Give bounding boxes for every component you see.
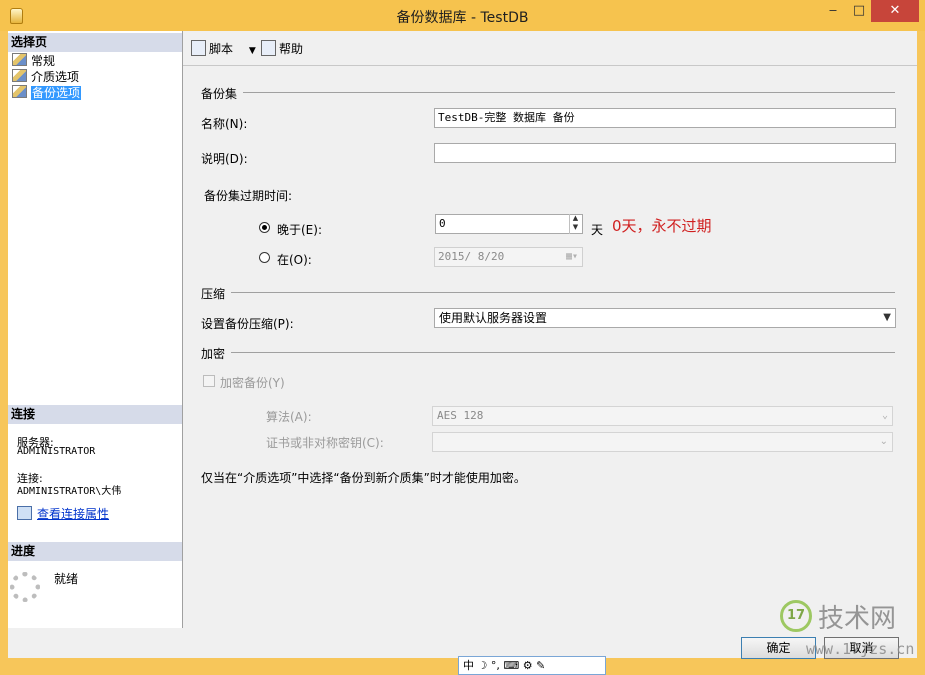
- page-icon: [12, 53, 27, 66]
- view-connection-link[interactable]: 查看连接属性: [37, 507, 109, 521]
- watermark: 17 技术网 www.17jzs.cn: [780, 598, 915, 668]
- help-label: 帮助: [279, 42, 304, 56]
- date-value: 2015/ 8/20: [438, 250, 505, 263]
- encrypt-backup-label: 加密备份(Y): [220, 376, 285, 390]
- chevron-down-icon[interactable]: ▼: [249, 46, 256, 56]
- compression-setting-label: 设置备份压缩(P):: [201, 317, 294, 331]
- certificate-label: 证书或非对称密钥(C):: [266, 436, 384, 450]
- calendar-icon[interactable]: ▦▾: [566, 248, 578, 266]
- script-icon: [191, 40, 206, 56]
- encrypt-backup-checkbox[interactable]: [203, 375, 215, 387]
- connection-value: ADMINISTRATOR\大伟: [17, 486, 122, 497]
- certificate-select[interactable]: ⌄: [432, 432, 893, 452]
- days-stepper[interactable]: ▲ ▼: [569, 214, 581, 234]
- left-pane: 选择页 常规 介质选项 备份选项 连接 服务器: ADMINISTRATOR 连…: [8, 31, 183, 628]
- ime-status-text: 中 ☽ °, ⌨ ⚙ ✎: [463, 659, 546, 672]
- days-unit: 天: [591, 223, 604, 237]
- chevron-down-icon: ▼: [883, 312, 891, 323]
- chevron-down-icon: ⌄: [881, 410, 888, 421]
- minimize-button[interactable]: ‒: [820, 0, 846, 22]
- window-title: 备份数据库 - TestDB: [396, 10, 529, 26]
- script-button[interactable]: 脚本 ▼: [191, 40, 256, 59]
- algorithm-select[interactable]: AES 128 ⌄: [432, 406, 893, 426]
- days-stepper-input[interactable]: 0: [435, 214, 583, 234]
- sidebar-item-general[interactable]: 常规: [12, 53, 55, 69]
- view-connection-properties[interactable]: 查看连接属性: [17, 505, 109, 522]
- backup-set-group-label: 备份集: [201, 87, 238, 101]
- connection-header: 连接: [8, 405, 182, 424]
- encryption-group-label: 加密: [201, 347, 226, 361]
- sidebar-item-media-options[interactable]: 介质选项: [12, 69, 79, 85]
- date-picker[interactable]: 2015/ 8/20 ▦▾: [434, 247, 583, 267]
- name-input[interactable]: TestDB-完整 数据库 备份: [434, 108, 896, 128]
- compression-group-label: 压缩: [201, 287, 226, 301]
- encryption-note: 仅当在“介质选项”中选择“备份到新介质集”时才能使用加密。: [201, 471, 526, 485]
- connection-properties-icon: [17, 506, 32, 520]
- description-input[interactable]: [434, 143, 896, 163]
- watermark-text: 技术网: [818, 604, 897, 634]
- backup-options-form: 备份集 名称(N): TestDB-完整 数据库 备份 说明(D): 备份集过期…: [183, 66, 917, 628]
- sidebar-item-label: 备份选项: [31, 86, 82, 100]
- sidebar-item-backup-options[interactable]: 备份选项: [12, 85, 82, 101]
- page-icon: [12, 69, 27, 82]
- description-label: 说明(D):: [201, 152, 248, 166]
- expire-label: 备份集过期时间:: [204, 189, 293, 203]
- compression-select-value: 使用默认服务器设置: [439, 311, 548, 325]
- name-label: 名称(N):: [201, 117, 248, 131]
- progress-header: 进度: [8, 542, 182, 561]
- progress-status: 就绪: [54, 572, 79, 586]
- help-button[interactable]: 帮助: [261, 40, 303, 57]
- on-label: 在(O):: [277, 253, 312, 267]
- watermark-url: www.17jzs.cn: [806, 640, 915, 658]
- on-radio[interactable]: [259, 252, 270, 263]
- select-page-header: 选择页: [8, 33, 182, 52]
- sidebar-item-label: 常规: [31, 54, 56, 68]
- algorithm-label: 算法(A):: [266, 410, 312, 424]
- toolbar: 脚本 ▼ 帮助: [183, 31, 917, 66]
- ime-toolbar[interactable]: 中 ☽ °, ⌨ ⚙ ✎: [458, 656, 606, 675]
- group-divider: [243, 92, 895, 93]
- script-label: 脚本: [209, 42, 234, 56]
- sidebar-item-label: 介质选项: [31, 70, 80, 84]
- chevron-down-icon: ⌄: [879, 436, 888, 447]
- help-icon: [261, 40, 276, 56]
- watermark-logo-icon: 17: [780, 600, 812, 632]
- server-value: ADMINISTRATOR: [17, 446, 96, 457]
- group-divider: [231, 292, 895, 293]
- title-bar[interactable]: 备份数据库 - TestDB ‒ □ ✕: [0, 0, 925, 31]
- after-radio[interactable]: [259, 222, 270, 233]
- group-divider: [231, 352, 895, 353]
- algorithm-select-value: AES 128: [437, 409, 484, 422]
- after-label: 晚于(E):: [277, 223, 322, 237]
- maximize-button[interactable]: □: [846, 0, 872, 22]
- page-icon: [12, 85, 27, 98]
- annotation-never-expire: 0天，永不过期: [612, 217, 712, 235]
- progress-spinner-icon: [10, 572, 40, 602]
- close-button[interactable]: ✕: [871, 0, 919, 22]
- compression-select[interactable]: 使用默认服务器设置 ▼: [434, 308, 896, 328]
